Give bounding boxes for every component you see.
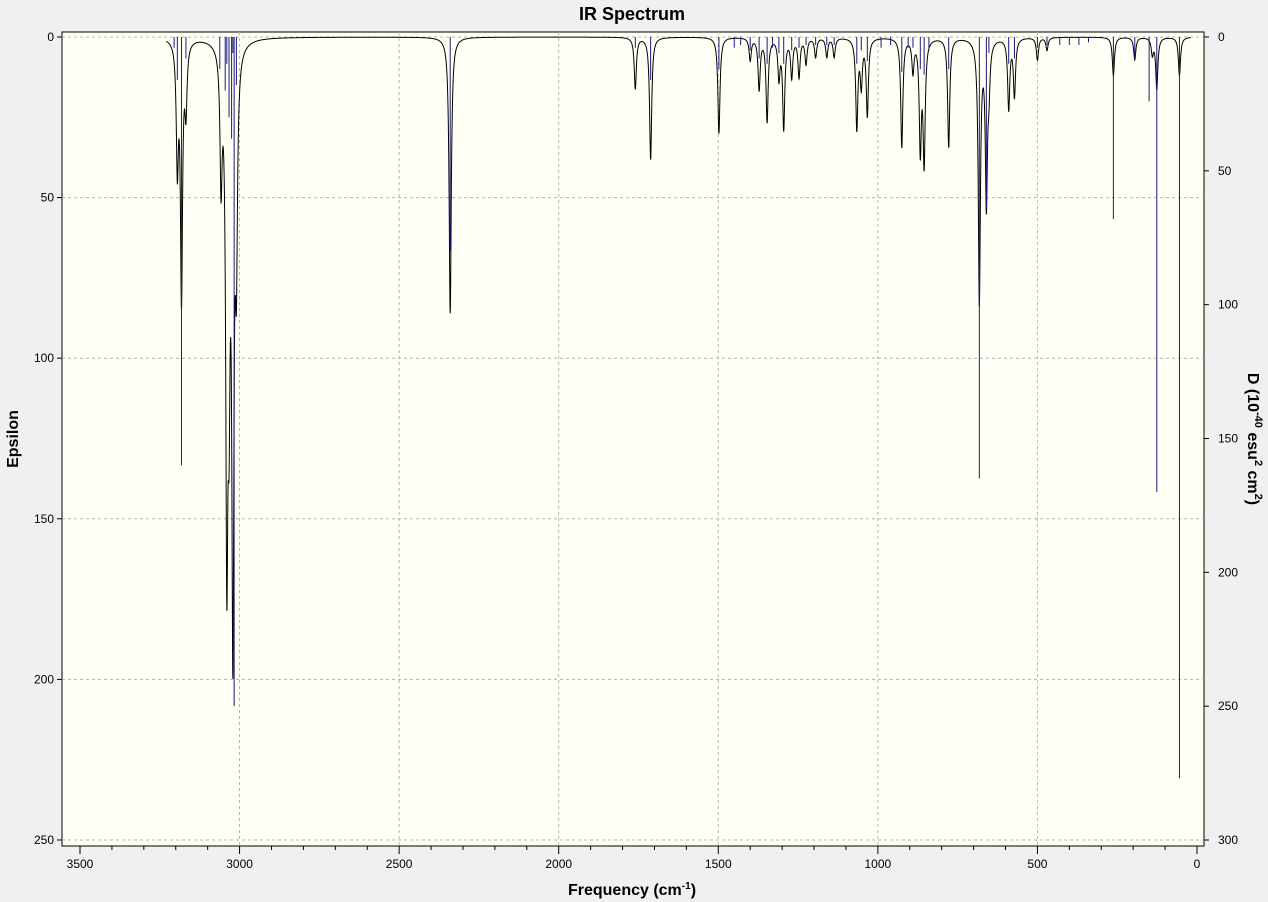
y2-title-part-0: D (10 [1244,373,1261,412]
chart-title: IR Spectrum [579,4,685,24]
y-tick-label-2: 100 [34,351,54,365]
y2-title-part-6: ) [1244,500,1261,505]
x-tick-label-6: 500 [1027,857,1047,871]
x-tick-label-0: 3500 [67,857,94,871]
y2-tick-label-6: 300 [1218,833,1238,847]
y2-tick-label-0: 0 [1218,30,1225,44]
y2-tick-label-3: 150 [1218,432,1238,446]
y-tick-label-0: 0 [47,30,54,44]
x-axis-title-end: ) [691,882,696,899]
x-axis-title: Frequency (cm-1) [568,881,696,899]
x-tick-label-3: 2000 [545,857,572,871]
y2-tick-label-2: 100 [1218,298,1238,312]
y2-axis-title: D (10-40 esu2 cm2) [1244,373,1264,505]
y-axis-title: Epsilon [5,410,22,468]
y2-tick-label-5: 250 [1218,699,1238,713]
x-tick-label-7: 0 [1194,857,1201,871]
ir-spectrum-chart: IR Spectrum 3500 3000 2500 2000 1500 1000 500 0… [0,0,1268,902]
x-tick-label-2: 2500 [386,857,413,871]
x-axis-title-main: Frequency (cm [568,882,682,899]
x-tick-label-4: 1500 [705,857,732,871]
y-tick-label-4: 200 [34,672,54,686]
y2-title-part-4: cm [1244,466,1261,494]
x-tick-label-1: 3000 [226,857,253,871]
y2-tick-label-4: 200 [1218,565,1238,579]
y2-title-part-1: -40 [1252,412,1264,428]
y2-title-part-2: esu [1244,428,1261,460]
y-tick-label-5: 250 [34,833,54,847]
y-tick-label-3: 150 [34,512,54,526]
y-tick-label-1: 50 [41,191,55,205]
y2-tick-label-1: 50 [1218,164,1232,178]
plot-area [61,31,1205,847]
x-tick-label-5: 1000 [865,857,892,871]
